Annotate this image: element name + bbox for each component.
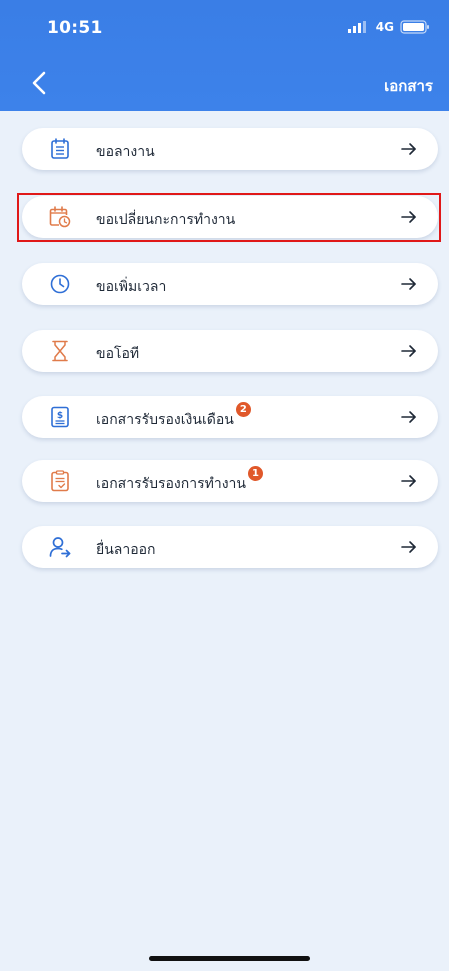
home-indicator[interactable]: [149, 956, 310, 961]
clock-icon: [49, 272, 71, 296]
screen: 10:51 4G เอกสาร ขอลางาน ขอเปลี่ยนกะการทำ…: [0, 0, 449, 971]
menu-item-add-time[interactable]: ขอเพิ่มเวลา: [22, 263, 438, 305]
nav-bar: เอกสาร: [0, 62, 449, 106]
arrow-right-icon: [401, 541, 416, 553]
status-bar: 10:51 4G: [0, 0, 449, 54]
arrow-right-icon: [401, 143, 416, 155]
notification-badge: 2: [235, 402, 251, 417]
user-exit-icon: [49, 535, 71, 559]
salary-document-icon: $: [49, 405, 71, 429]
menu-item-ot-request[interactable]: ขอโอที: [22, 330, 438, 372]
menu-item-resignation[interactable]: ยื่นลาออก: [22, 526, 438, 568]
status-indicators: 4G: [347, 20, 430, 34]
arrow-right-icon: [401, 345, 416, 357]
header: 10:51 4G เอกสาร: [0, 0, 449, 111]
hourglass-icon: [49, 339, 71, 363]
signal-icon: [347, 21, 366, 33]
menu-item-label: ขอเพิ่มเวลา: [96, 279, 167, 295]
status-time: 10:51: [47, 18, 103, 38]
battery-icon: [400, 20, 429, 34]
highlight-box: [17, 193, 441, 242]
menu-item-label: เอกสารรับรองเงินเดือน2: [96, 402, 251, 431]
menu-item-label: ขอลางาน: [96, 144, 155, 160]
menu-item-salary-certificate[interactable]: $ เอกสารรับรองเงินเดือน2: [22, 396, 438, 438]
back-button[interactable]: [26, 68, 52, 98]
menu-item-work-certificate[interactable]: เอกสารรับรองการทำงาน1: [22, 460, 438, 502]
menu-item-leave-request[interactable]: ขอลางาน: [22, 128, 438, 170]
menu-item-label: ขอโอที: [96, 346, 140, 362]
calendar-list-icon: [49, 137, 71, 161]
arrow-right-icon: [401, 411, 416, 423]
svg-text:$: $: [57, 411, 63, 421]
menu-item-label: ยื่นลาออก: [96, 542, 156, 558]
chevron-left-icon: [32, 71, 46, 95]
page-title: เอกสาร: [384, 77, 433, 95]
menu-item-label: เอกสารรับรองการทำงาน1: [96, 466, 263, 495]
network-label: 4G: [375, 20, 394, 34]
arrow-right-icon: [401, 278, 416, 290]
checklist-document-icon: [49, 469, 71, 493]
arrow-right-icon: [401, 475, 416, 487]
notification-badge: 1: [247, 466, 263, 481]
